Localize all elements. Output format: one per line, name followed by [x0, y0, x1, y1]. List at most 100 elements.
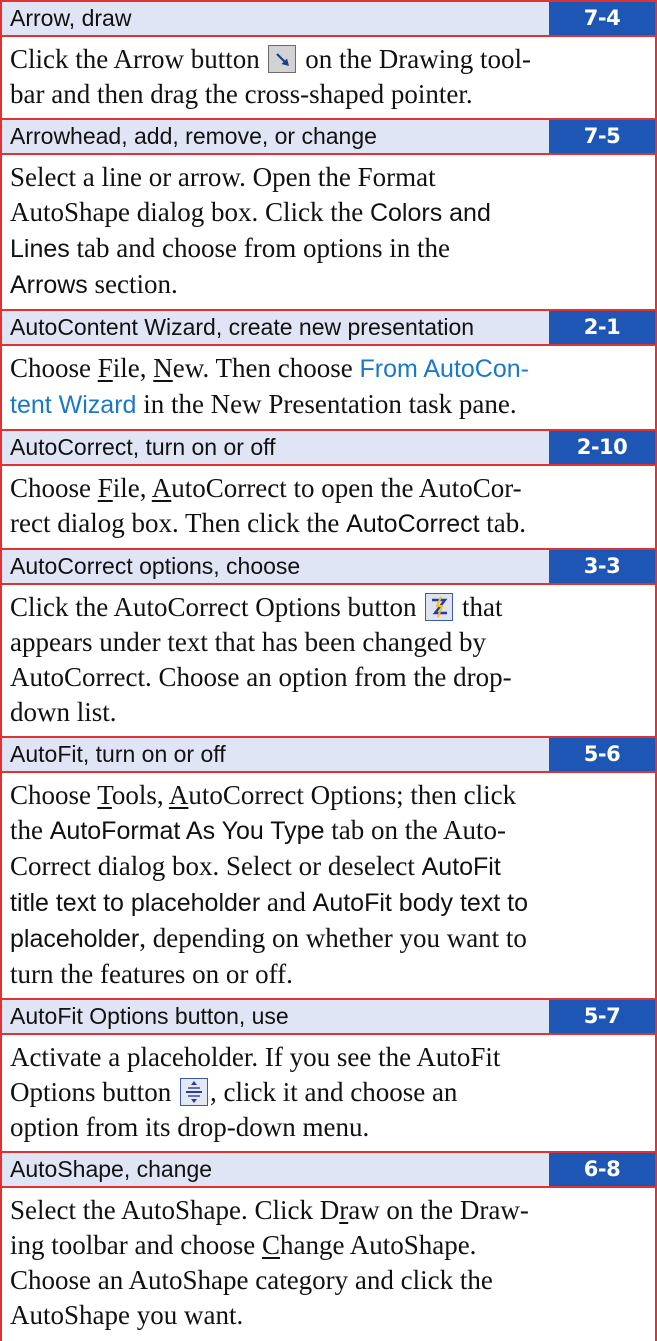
text: Correct dialog box. Select or deselect: [10, 851, 422, 881]
text: the: [10, 815, 50, 845]
entry-body: Select the AutoShape. Click Draw on the …: [2, 1188, 655, 1339]
text: aw on the Draw-: [348, 1195, 529, 1225]
body-line: placeholder, depending on whether you wa…: [10, 921, 647, 957]
entry-title: AutoCorrect options, choose: [10, 553, 301, 579]
body-line: Choose File, New. Then choose From AutoC…: [10, 351, 647, 387]
entry-header: AutoContent Wizard, create new presentat…: [2, 309, 655, 346]
lesson-number: 5-7: [549, 1000, 655, 1033]
entry-autocorrect-toggle: AutoCorrect, turn on or off 2-10 Choose …: [2, 429, 655, 548]
entry-autocorrect-options: AutoCorrect options, choose 3-3 Click th…: [2, 548, 655, 736]
ui-term: AutoFormat As You Type: [49, 817, 325, 845]
text: Choose an AutoShape category and click t…: [10, 1265, 493, 1295]
text: Click the Arrow button: [10, 44, 267, 74]
ui-term: AutoCorrect: [346, 510, 480, 538]
body-line: Choose an AutoShape category and click t…: [10, 1263, 647, 1298]
text: rect dialog box. Then click the: [10, 508, 347, 538]
entry-header: AutoFit Options button, use 5-7: [2, 998, 655, 1035]
entry-title: Arrowhead, add, remove, or change: [10, 123, 377, 149]
body-line: Choose Tools, AutoCorrect Options; then …: [10, 778, 647, 813]
text: option from its drop-down menu.: [10, 1112, 370, 1142]
entry-arrow-draw: Arrow, draw 7-4 Click the Arrow button o…: [2, 0, 655, 118]
text: ile,: [112, 353, 154, 383]
ui-term: placeholder: [10, 925, 140, 953]
hotkey: A: [151, 473, 172, 503]
text: AutoShape you want.: [10, 1300, 244, 1330]
text: and: [260, 887, 313, 917]
entry-body: Click the AutoCorrect Options button tha…: [2, 585, 655, 736]
body-line: tent Wizard in the New Presentation task…: [10, 387, 647, 423]
body-line: turn the features on or off.: [10, 957, 647, 992]
body-line: AutoShape dialog box. Click the Colors a…: [10, 195, 647, 231]
body-line: Activate a placeholder. If you see the A…: [10, 1040, 647, 1075]
text: appears under text that has been changed…: [10, 627, 487, 657]
hotkey: F: [97, 353, 113, 383]
text: AutoShape dialog box. Click the: [10, 197, 370, 227]
text: in the New Presentation task pane.: [136, 389, 517, 419]
lesson-number: 7-4: [549, 2, 655, 35]
body-line: AutoShape you want.: [10, 1298, 647, 1333]
entry-title: Arrow, draw: [10, 5, 132, 31]
body-line: Choose File, AutoCorrect to open the Aut…: [10, 471, 647, 506]
task-pane-link: From AutoCon-: [359, 355, 529, 383]
entry-header: AutoShape, change 6-8: [2, 1151, 655, 1188]
autofit-options-icon: [180, 1078, 209, 1106]
body-line: Click the AutoCorrect Options button tha…: [10, 590, 647, 625]
ui-term: Colors and: [369, 199, 491, 227]
entry-autofit-toggle: AutoFit, turn on or off 5-6 Choose Tools…: [2, 736, 655, 998]
hotkey: N: [153, 353, 173, 383]
body-line: title text to placeholder and AutoFit bo…: [10, 885, 647, 921]
body-line: option from its drop-down menu.: [10, 1110, 647, 1145]
entry-body: Activate a placeholder. If you see the A…: [2, 1035, 655, 1151]
body-line: the AutoFormat As You Type tab on the Au…: [10, 813, 647, 849]
entry-header: Arrow, draw 7-4: [2, 0, 655, 37]
text: , click it and choose an: [210, 1077, 458, 1107]
body-line: down list.: [10, 695, 647, 730]
text: utoCorrect Options; then click: [188, 780, 517, 810]
text: Options button: [10, 1077, 179, 1107]
text: Choose: [10, 780, 98, 810]
entry-title: AutoFit, turn on or off: [10, 741, 226, 767]
entry-header: AutoCorrect, turn on or off 2-10: [2, 429, 655, 466]
entry-title: AutoCorrect, turn on or off: [10, 434, 276, 460]
text: , depending on whether you want to: [139, 923, 527, 953]
text: tab and choose from options in the: [69, 233, 450, 263]
body-line: bar and then drag the cross-shaped point…: [10, 77, 647, 112]
hotkey: C: [261, 1230, 280, 1260]
arrow-tool-icon: [268, 45, 297, 73]
lesson-number: 2-10: [549, 431, 655, 464]
body-line: Select the AutoShape. Click Draw on the …: [10, 1193, 647, 1228]
body-line: Correct dialog box. Select or deselect A…: [10, 849, 647, 885]
entry-autofit-options: AutoFit Options button, use 5-7 Activate…: [2, 998, 655, 1151]
text: Activate a placeholder. If you see the A…: [10, 1042, 501, 1072]
entry-header: AutoFit, turn on or off 5-6: [2, 736, 655, 773]
entry-body: Select a line or arrow. Open the Format …: [2, 155, 655, 309]
ui-term: Lines: [10, 235, 70, 263]
text: section.: [87, 269, 178, 299]
lesson-number: 7-5: [549, 120, 655, 153]
body-line: rect dialog box. Then click the AutoCorr…: [10, 506, 647, 542]
lesson-number: 5-6: [549, 738, 655, 771]
text: Select the AutoShape. Click D: [10, 1195, 340, 1225]
text: Click the AutoCorrect Options button: [10, 592, 424, 622]
lesson-number: 2-1: [549, 311, 655, 344]
text: tab on the Auto-: [324, 815, 506, 845]
ui-term: title text to placeholder: [10, 889, 261, 917]
body-line: Select a line or arrow. Open the Format: [10, 160, 647, 195]
text: Choose: [10, 353, 98, 383]
entry-body: Choose File, New. Then choose From AutoC…: [2, 346, 655, 429]
text: hange AutoShape.: [279, 1230, 477, 1260]
body-line: AutoCorrect. Choose an option from the d…: [10, 660, 647, 695]
entry-header: AutoCorrect options, choose 3-3: [2, 548, 655, 585]
task-pane-link: tent Wizard: [10, 391, 137, 419]
body-line: appears under text that has been changed…: [10, 625, 647, 660]
autocorrect-options-icon: [425, 593, 454, 621]
text: Select a line or arrow. Open the Format: [10, 162, 436, 192]
text: utoCorrect to open the AutoCor-: [171, 473, 522, 503]
entry-body: Click the Arrow button on the Drawing to…: [2, 37, 655, 118]
text: tab.: [479, 508, 527, 538]
entry-title: AutoFit Options button, use: [10, 1003, 289, 1029]
text: ew. Then choose: [172, 353, 360, 383]
hotkey: F: [97, 473, 113, 503]
body-line: Lines tab and choose from options in the: [10, 231, 647, 267]
lesson-number: 3-3: [549, 550, 655, 583]
